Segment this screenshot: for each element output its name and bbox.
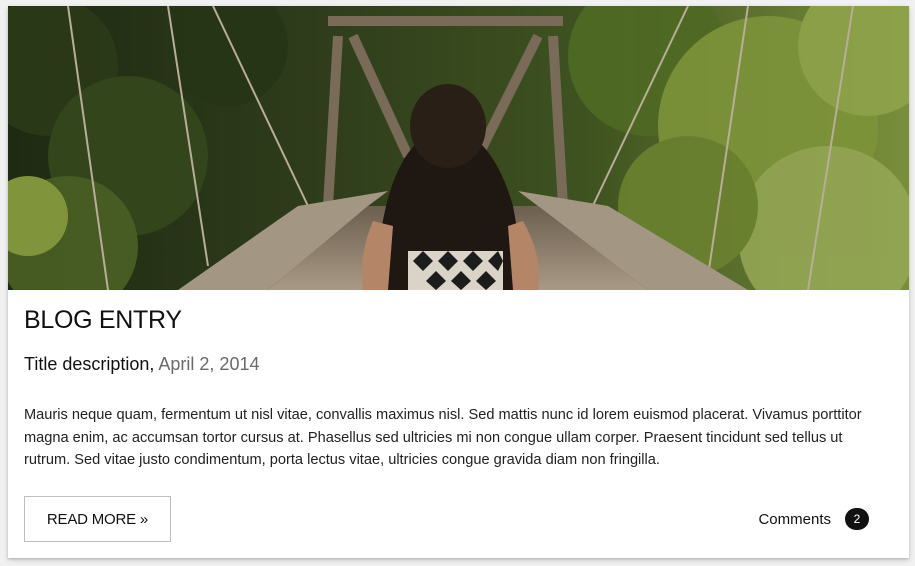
blog-card: BLOG ENTRY Title description, April 2, 2… [8, 6, 909, 558]
blog-excerpt: Mauris neque quam, fermentum ut nisl vit… [24, 407, 862, 468]
read-more-button[interactable]: READ MORE » [24, 496, 171, 542]
post-date: April 2, 2014 [158, 354, 260, 374]
comments-link[interactable]: Comments 2 [758, 508, 869, 530]
comments-count-badge: 2 [845, 508, 869, 530]
comments-label: Comments [758, 510, 831, 528]
bridge-photo [8, 6, 909, 290]
blog-hero-image [8, 6, 909, 290]
blog-subtitle: Title description, April 2, 2014 [24, 354, 259, 375]
blog-title: BLOG ENTRY [24, 306, 182, 334]
title-description: Title description, [24, 354, 155, 374]
